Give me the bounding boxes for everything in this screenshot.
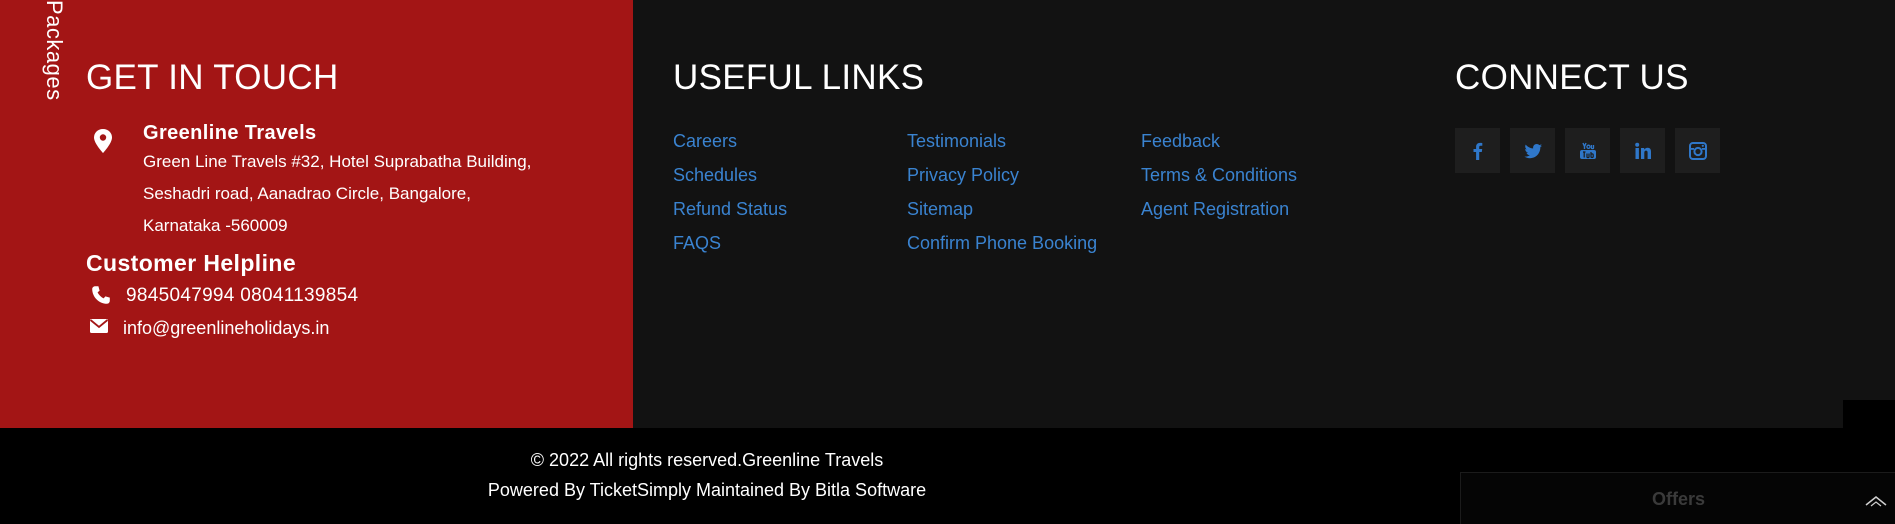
chevron-up-icon[interactable] [1865, 495, 1887, 507]
address-line: Green Line Travels #32, Hotel Suprabatha… [143, 152, 532, 171]
address: Green Line Travels #32, Hotel Suprabatha… [143, 146, 563, 242]
linkedin-icon [1634, 142, 1651, 159]
link-confirm-phone-booking[interactable]: Confirm Phone Booking [907, 226, 1097, 260]
link-sitemap[interactable]: Sitemap [907, 192, 1097, 226]
powered-by-text: Powered By TicketSimply Maintained By Bi… [487, 480, 927, 500]
offers-label: Offers [1651, 489, 1705, 509]
link-feedback[interactable]: Feedback [1141, 124, 1297, 158]
get-in-touch-title: GET IN TOUCH [86, 58, 339, 97]
company-name: Greenline Travels [143, 122, 317, 144]
links-column: Testimonials Privacy Policy Sitemap Conf… [907, 124, 1097, 260]
mail-icon [89, 319, 109, 333]
offers-bar[interactable]: Offers [1460, 472, 1895, 524]
customer-helpline-title: Customer Helpline [86, 250, 297, 276]
link-faqs[interactable]: FAQS [673, 226, 787, 260]
useful-links-title: USEFUL LINKS [673, 58, 925, 97]
facebook-button[interactable] [1455, 128, 1500, 173]
link-privacy-policy[interactable]: Privacy Policy [907, 158, 1097, 192]
location-pin-icon [94, 129, 112, 153]
twitter-button[interactable] [1510, 128, 1555, 173]
link-testimonials[interactable]: Testimonials [907, 124, 1097, 158]
packages-side-tab[interactable]: Packages [42, 0, 67, 112]
link-agent-registration[interactable]: Agent Registration [1141, 192, 1297, 226]
copyright-text: © 2022 All rights reserved.Greenline Tra… [530, 450, 884, 470]
link-schedules[interactable]: Schedules [673, 158, 787, 192]
address-line: Seshadri road, Aanadrao Circle, Bangalor… [143, 184, 471, 203]
youtube-button[interactable] [1565, 128, 1610, 173]
email-link[interactable]: info@greenlineholidays.in [123, 318, 329, 339]
twitter-icon [1523, 143, 1542, 158]
link-refund-status[interactable]: Refund Status [673, 192, 787, 226]
links-column: Careers Schedules Refund Status FAQS [673, 124, 787, 260]
instagram-icon [1688, 141, 1707, 160]
address-line: Karnataka -560009 [143, 216, 288, 235]
linkedin-button[interactable] [1620, 128, 1665, 173]
youtube-icon [1579, 142, 1596, 159]
facebook-icon [1473, 142, 1482, 160]
edge-notch [1843, 400, 1895, 428]
link-careers[interactable]: Careers [673, 124, 787, 158]
links-column: Feedback Terms & Conditions Agent Regist… [1141, 124, 1297, 226]
helpline-phones[interactable]: 9845047994 08041139854 [126, 285, 358, 307]
link-terms-conditions[interactable]: Terms & Conditions [1141, 158, 1297, 192]
instagram-button[interactable] [1675, 128, 1720, 173]
phone-icon [92, 286, 110, 304]
connect-us-title: CONNECT US [1455, 58, 1689, 97]
